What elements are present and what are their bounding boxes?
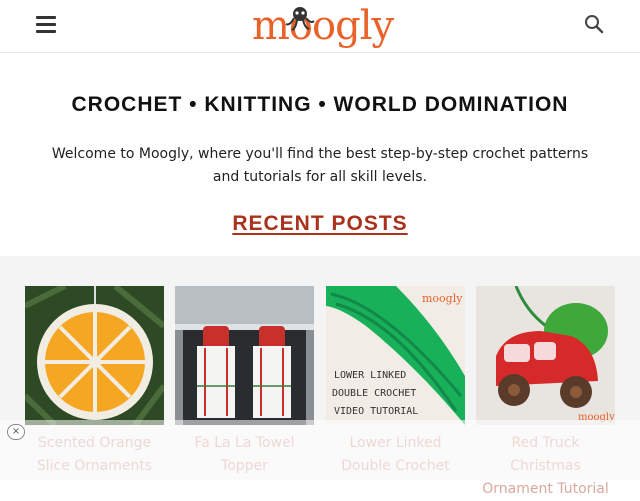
close-ad-icon[interactable]: ×: [7, 424, 25, 440]
orange-slice-ornament-image[interactable]: [25, 286, 164, 425]
image-text-line: VIDEO TUTORIAL: [334, 406, 418, 417]
recent-posts-grid: Scented Orange Slice Ornaments Fa La La …: [0, 256, 640, 497]
image-text-line: LOWER LINKED: [334, 370, 406, 381]
octopus-logo-icon: [285, 7, 315, 31]
towel-topper-image[interactable]: [175, 286, 314, 425]
red-truck-ornament-image[interactable]: moogly: [476, 286, 615, 425]
post-title[interactable]: Fa La La Towel Topper: [175, 432, 314, 478]
site-logo[interactable]: moogly: [252, 2, 394, 50]
linked-double-crochet-image[interactable]: moogly LOWER LINKED DOUBLE CROCHET VIDEO…: [326, 286, 465, 425]
post-card: moogly LOWER LINKED DOUBLE CROCHET VIDEO…: [326, 286, 465, 478]
site-header: moogly: [0, 0, 640, 53]
post-card: Fa La La Towel Topper: [175, 286, 314, 478]
moogly-watermark: moogly: [422, 292, 463, 305]
post-title[interactable]: Scented Orange Slice Ornaments: [25, 432, 164, 478]
site-tagline: CROCHET • KNITTING • WORLD DOMINATION: [71, 93, 569, 116]
hamburger-menu-icon[interactable]: [30, 11, 62, 39]
search-icon[interactable]: [582, 12, 606, 36]
post-card: Scented Orange Slice Ornaments: [25, 286, 164, 478]
post-title[interactable]: Red Truck Christmas Ornament Tutorial: [476, 432, 615, 501]
post-title[interactable]: Lower Linked Double Crochet: [326, 432, 465, 478]
welcome-text: Welcome to Moogly, where you'll find the…: [51, 146, 589, 185]
recent-posts-heading[interactable]: RECENT POSTS: [232, 212, 407, 235]
moogly-watermark: moogly: [578, 412, 615, 423]
post-card: moogly Red Truck Christmas Ornament Tuto…: [476, 286, 615, 501]
recent-posts-heading-wrap: RECENT POSTS: [0, 212, 640, 236]
image-text-line: DOUBLE CROCHET: [332, 388, 416, 399]
